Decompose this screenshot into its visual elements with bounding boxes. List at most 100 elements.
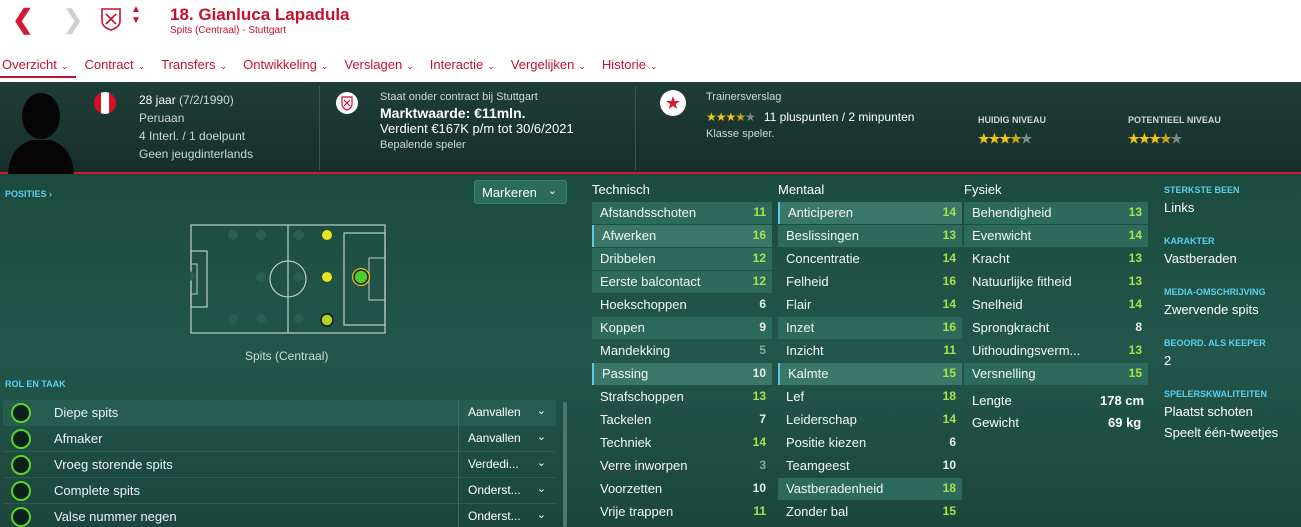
report-summary: 11 pluspunten / 2 minpunten — [763, 110, 915, 124]
attribute-row[interactable]: Zonder bal 15 — [778, 501, 962, 523]
attribute-name: Afwerken — [602, 228, 657, 243]
chevron-down-icon: ⌄ — [137, 61, 146, 71]
attribute-name: Techniek — [600, 435, 652, 450]
attribute-name: Dribbelen — [600, 251, 656, 266]
attribute-name: Teamgeest — [786, 458, 850, 473]
attribute-row[interactable]: Concentratie 14 — [778, 248, 962, 270]
duty-select[interactable]: Onderst... ⌄ — [458, 504, 556, 527]
attribute-row[interactable]: Snelheid 14 — [964, 294, 1148, 316]
attribute-value: 14 — [752, 435, 766, 449]
attribute-value: 13 — [1128, 343, 1142, 357]
nationality: Peruaan — [139, 111, 185, 125]
attribute-row[interactable]: Techniek 14 — [592, 432, 772, 454]
attribute-row[interactable]: Evenwicht 14 — [964, 225, 1148, 247]
date-of-birth: (7/2/1990) — [179, 93, 234, 107]
attribute-row[interactable]: Verre inworpen 3 — [592, 455, 772, 477]
attribute-row[interactable]: Versnelling 15 — [964, 363, 1148, 385]
menu-transfers[interactable]: Transfers ⌄ — [159, 52, 235, 78]
attribute-row[interactable]: Strafschoppen 13 — [592, 386, 772, 408]
back-arrow-icon[interactable]: ❮ — [12, 5, 34, 33]
trait-item: Speelt één-tweetjes — [1164, 425, 1279, 440]
attribute-name: Leiderschap — [786, 412, 857, 427]
attribute-row[interactable]: Tackelen 7 — [592, 409, 772, 431]
player-traits: SPELERSKWALITEITEN Plaatst schoten Speel… — [1164, 389, 1278, 440]
main-panel: POSITIES › Markeren ⌄ Spits (Centraal) R… — [0, 176, 1301, 527]
menu-ontwikkeling[interactable]: Ontwikkeling ⌄ — [241, 52, 336, 78]
attribute-row[interactable]: Leiderschap 14 — [778, 409, 962, 431]
weight-label: Gewicht — [972, 415, 1019, 430]
highlight-dropdown[interactable]: Markeren ⌄ — [474, 180, 567, 204]
attribute-value: 6 — [949, 435, 956, 449]
role-row[interactable]: Vroeg storende spits Verdedi... ⌄ — [3, 452, 556, 478]
duty-select[interactable]: Aanvallen ⌄ — [458, 400, 556, 426]
duty-select[interactable]: Verdedi... ⌄ — [458, 452, 556, 478]
attribute-row[interactable]: Positie kiezen 6 — [778, 432, 962, 454]
menu-overzicht[interactable]: Overzicht ⌄ — [0, 52, 77, 78]
duty-select[interactable]: Onderst... ⌄ — [458, 478, 556, 504]
attribute-name: Uithoudingsverm... — [972, 343, 1081, 358]
up-down-arrows-icon[interactable]: ▲ ▼ — [131, 4, 141, 26]
attribute-name: Koppen — [600, 320, 645, 335]
attribute-row[interactable]: Vrije trappen 11 — [592, 501, 772, 523]
report-class: Klasse speler. — [706, 128, 775, 140]
attribute-row[interactable]: Passing 10 — [592, 363, 772, 385]
role-row[interactable]: Complete spits Onderst... ⌄ — [3, 478, 556, 504]
preferred-foot: STERKSTE BEEN Links — [1164, 185, 1240, 215]
menu-vergelijken[interactable]: Vergelijken ⌄ — [509, 52, 594, 78]
attribute-row[interactable]: Inzet 16 — [778, 317, 962, 339]
attribute-row[interactable]: Sprongkracht 8 — [964, 317, 1148, 339]
role-wheel-icon — [11, 429, 31, 449]
attribute-row[interactable]: Afwerken 16 — [592, 225, 772, 247]
attribute-row[interactable]: Voorzetten 10 — [592, 478, 772, 500]
attribute-row[interactable]: Eerste balcontact 12 — [592, 271, 772, 293]
scrollbar[interactable] — [563, 402, 567, 527]
height-label: Lengte — [972, 393, 1012, 408]
attribute-row[interactable]: Koppen 9 — [592, 317, 772, 339]
attribute-row[interactable]: Kracht 13 — [964, 248, 1148, 270]
coach-report[interactable]: Trainersverslag ★★★★★ 11 pluspunten / 2 … — [706, 89, 914, 142]
attribute-row[interactable]: Kalmte 15 — [778, 363, 962, 385]
attribute-name: Inzet — [786, 320, 815, 335]
chevron-down-icon: ⌄ — [578, 61, 586, 71]
attribute-row[interactable]: Anticiperen 14 — [778, 202, 962, 224]
chevron-down-icon: ⌄ — [219, 61, 228, 71]
market-value[interactable]: Marktwaarde: €11mln. — [380, 105, 574, 121]
menu-historie[interactable]: Historie ⌄ — [600, 52, 666, 78]
attribute-value: 13 — [1128, 274, 1142, 288]
attribute-row[interactable]: Behendigheid 13 — [964, 202, 1148, 224]
keeper-value: 2 — [1164, 353, 1172, 368]
attribute-row[interactable]: Afstandsschoten 11 — [592, 202, 772, 224]
attribute-row[interactable]: Uithoudingsverm... 13 — [964, 340, 1148, 362]
menu-interactie[interactable]: Interactie ⌄ — [428, 52, 503, 78]
attribute-row[interactable]: Felheid 16 — [778, 271, 962, 293]
chevron-down-icon: ⌄ — [547, 185, 557, 197]
attribute-value: 12 — [752, 251, 766, 265]
role-name: Afmaker — [54, 431, 103, 446]
squad-status: Bepalende speler — [380, 139, 466, 151]
role-name: Complete spits — [54, 483, 140, 498]
attribute-row[interactable]: Flair 14 — [778, 294, 962, 316]
menu-verslagen[interactable]: Verslagen ⌄ — [342, 52, 421, 78]
attribute-row[interactable]: Vastberadenheid 18 — [778, 478, 962, 500]
media-label: MEDIA-OMSCHRIJVING — [1164, 287, 1266, 297]
positions-label[interactable]: POSITIES › — [5, 189, 52, 199]
attribute-row[interactable]: Lef 18 — [778, 386, 962, 408]
attribute-name: Zonder bal — [786, 504, 849, 519]
role-row[interactable]: Afmaker Aanvallen ⌄ — [3, 426, 556, 452]
attribute-row[interactable]: Dribbelen 12 — [592, 248, 772, 270]
attribute-row[interactable]: Hoekschoppen 6 — [592, 294, 772, 316]
forward-arrow-icon[interactable]: ❯ — [62, 5, 84, 33]
attribute-name: Vrije trappen — [600, 504, 674, 519]
attribute-row[interactable]: Beslissingen 13 — [778, 225, 962, 247]
club-badge-icon — [101, 8, 121, 31]
attribute-value: 16 — [942, 274, 956, 288]
attribute-row[interactable]: Natuurlijke fitheid 13 — [964, 271, 1148, 293]
duty-select[interactable]: Aanvallen ⌄ — [458, 426, 556, 452]
attribute-row[interactable]: Teamgeest 10 — [778, 455, 962, 477]
menu-contract[interactable]: Contract ⌄ — [82, 52, 153, 78]
player-silhouette-icon — [8, 93, 74, 174]
attribute-row[interactable]: Mandekking 5 — [592, 340, 772, 362]
attribute-row[interactable]: Inzicht 11 — [778, 340, 962, 362]
role-row[interactable]: Diepe spits Aanvallen ⌄ — [3, 400, 556, 426]
role-row[interactable]: Valse nummer negen Onderst... ⌄ — [3, 504, 556, 527]
